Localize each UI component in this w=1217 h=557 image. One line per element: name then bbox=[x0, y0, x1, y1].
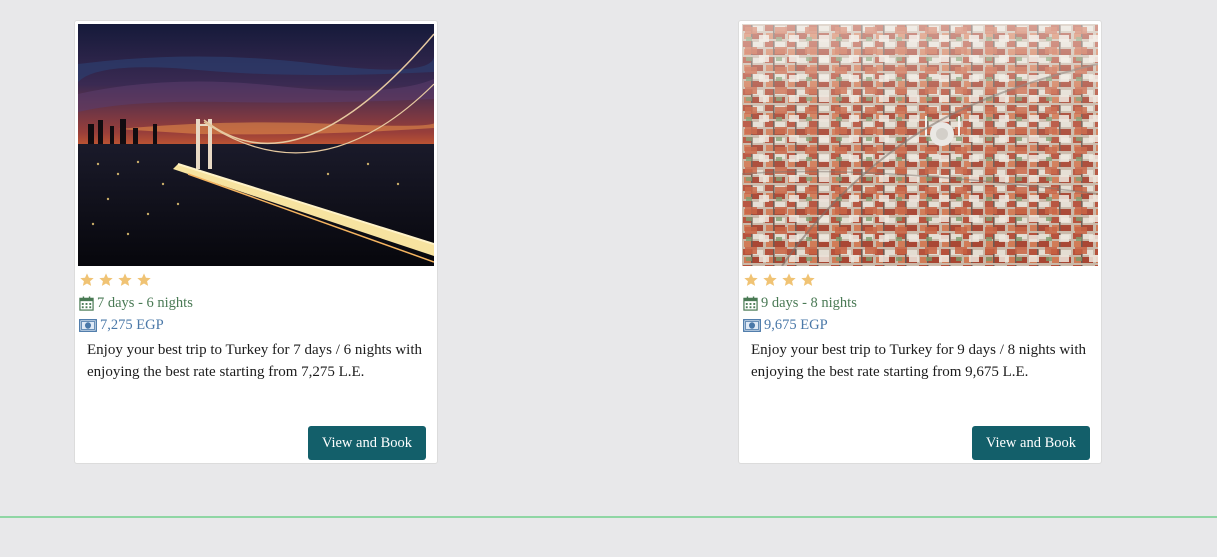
tour-description: Enjoy your best trip to Turkey for 9 day… bbox=[751, 342, 1086, 380]
tour-description: Enjoy your best trip to Turkey for 7 day… bbox=[87, 342, 422, 380]
star-icon bbox=[80, 273, 94, 286]
price-text: 7,275 EGP bbox=[100, 317, 164, 333]
aerial-city-image bbox=[742, 24, 1098, 266]
trip-duration: 9 days - 8 nights bbox=[743, 295, 857, 312]
tour-photo[interactable] bbox=[742, 24, 1098, 266]
price-text: 9,675 EGP bbox=[764, 317, 828, 333]
trip-price: 7,275 EGP bbox=[79, 317, 164, 334]
tour-card: 7 days - 6 nights 7,275 EGP Enjoy your b… bbox=[74, 20, 438, 464]
tour-photo[interactable] bbox=[78, 24, 434, 266]
calendar-icon bbox=[743, 296, 758, 311]
star-icon bbox=[801, 273, 815, 286]
rating-stars bbox=[79, 272, 152, 288]
star-icon bbox=[99, 273, 113, 286]
view-and-book-button[interactable]: View and Book bbox=[971, 426, 1090, 460]
duration-text: 7 days - 6 nights bbox=[97, 295, 193, 311]
tour-card: 9 days - 8 nights 9,675 EGP Enjoy your b… bbox=[738, 20, 1102, 464]
rating-stars bbox=[743, 272, 816, 288]
trip-price: 9,675 EGP bbox=[743, 317, 828, 334]
duration-text: 9 days - 8 nights bbox=[761, 295, 857, 311]
footer-divider bbox=[0, 516, 1217, 518]
money-icon bbox=[743, 319, 761, 332]
star-icon bbox=[118, 273, 132, 286]
calendar-icon bbox=[79, 296, 94, 311]
bridge-sunset-image bbox=[78, 24, 434, 266]
money-icon bbox=[79, 319, 97, 332]
view-and-book-button[interactable]: View and Book bbox=[307, 426, 426, 460]
star-icon bbox=[763, 273, 777, 286]
trip-duration: 7 days - 6 nights bbox=[79, 295, 193, 312]
star-icon bbox=[782, 273, 796, 286]
star-icon bbox=[744, 273, 758, 286]
star-icon bbox=[137, 273, 151, 286]
